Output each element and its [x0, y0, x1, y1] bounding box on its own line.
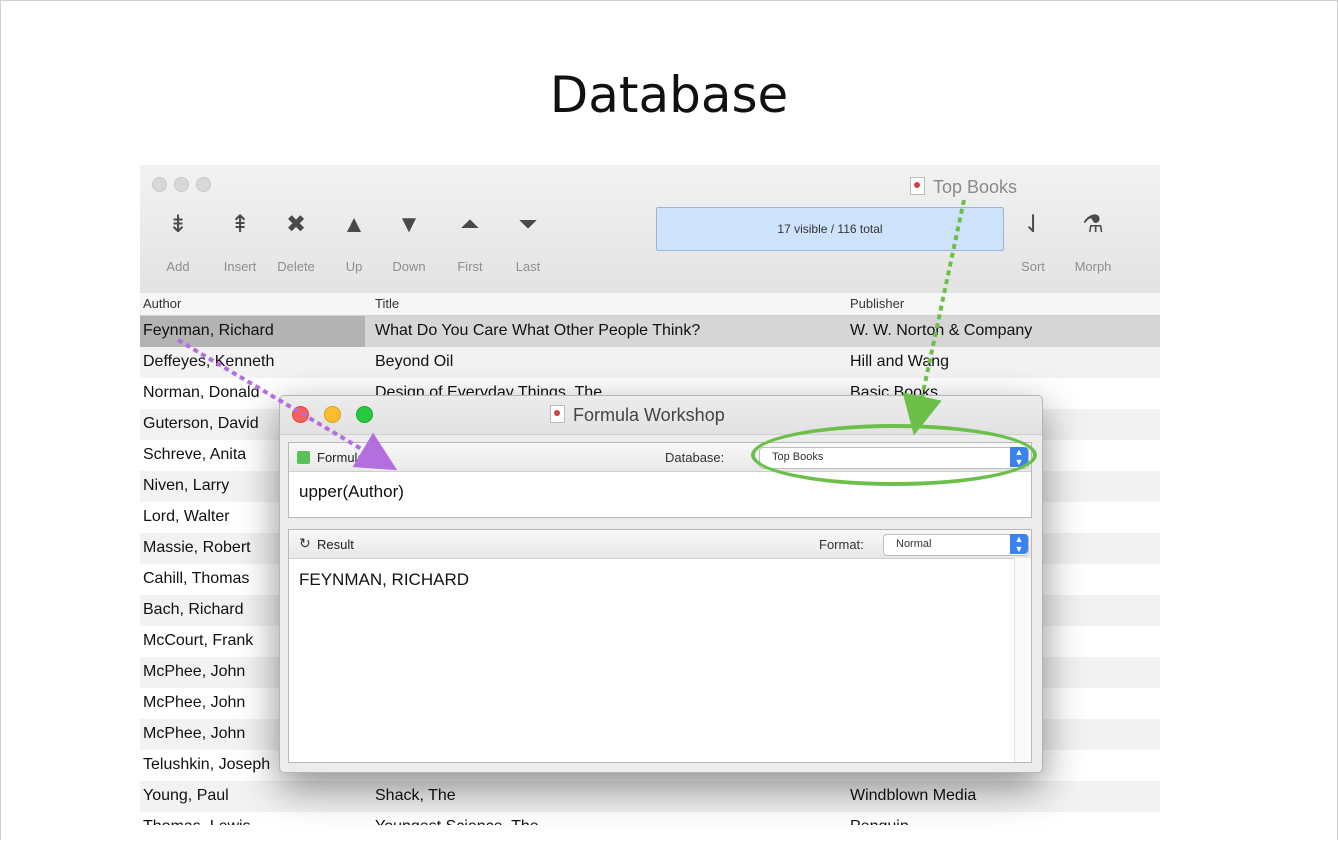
green-callout-arrow: [902, 199, 966, 436]
callout-arrows: [176, 199, 966, 471]
purple-callout-arrow: [176, 338, 398, 471]
